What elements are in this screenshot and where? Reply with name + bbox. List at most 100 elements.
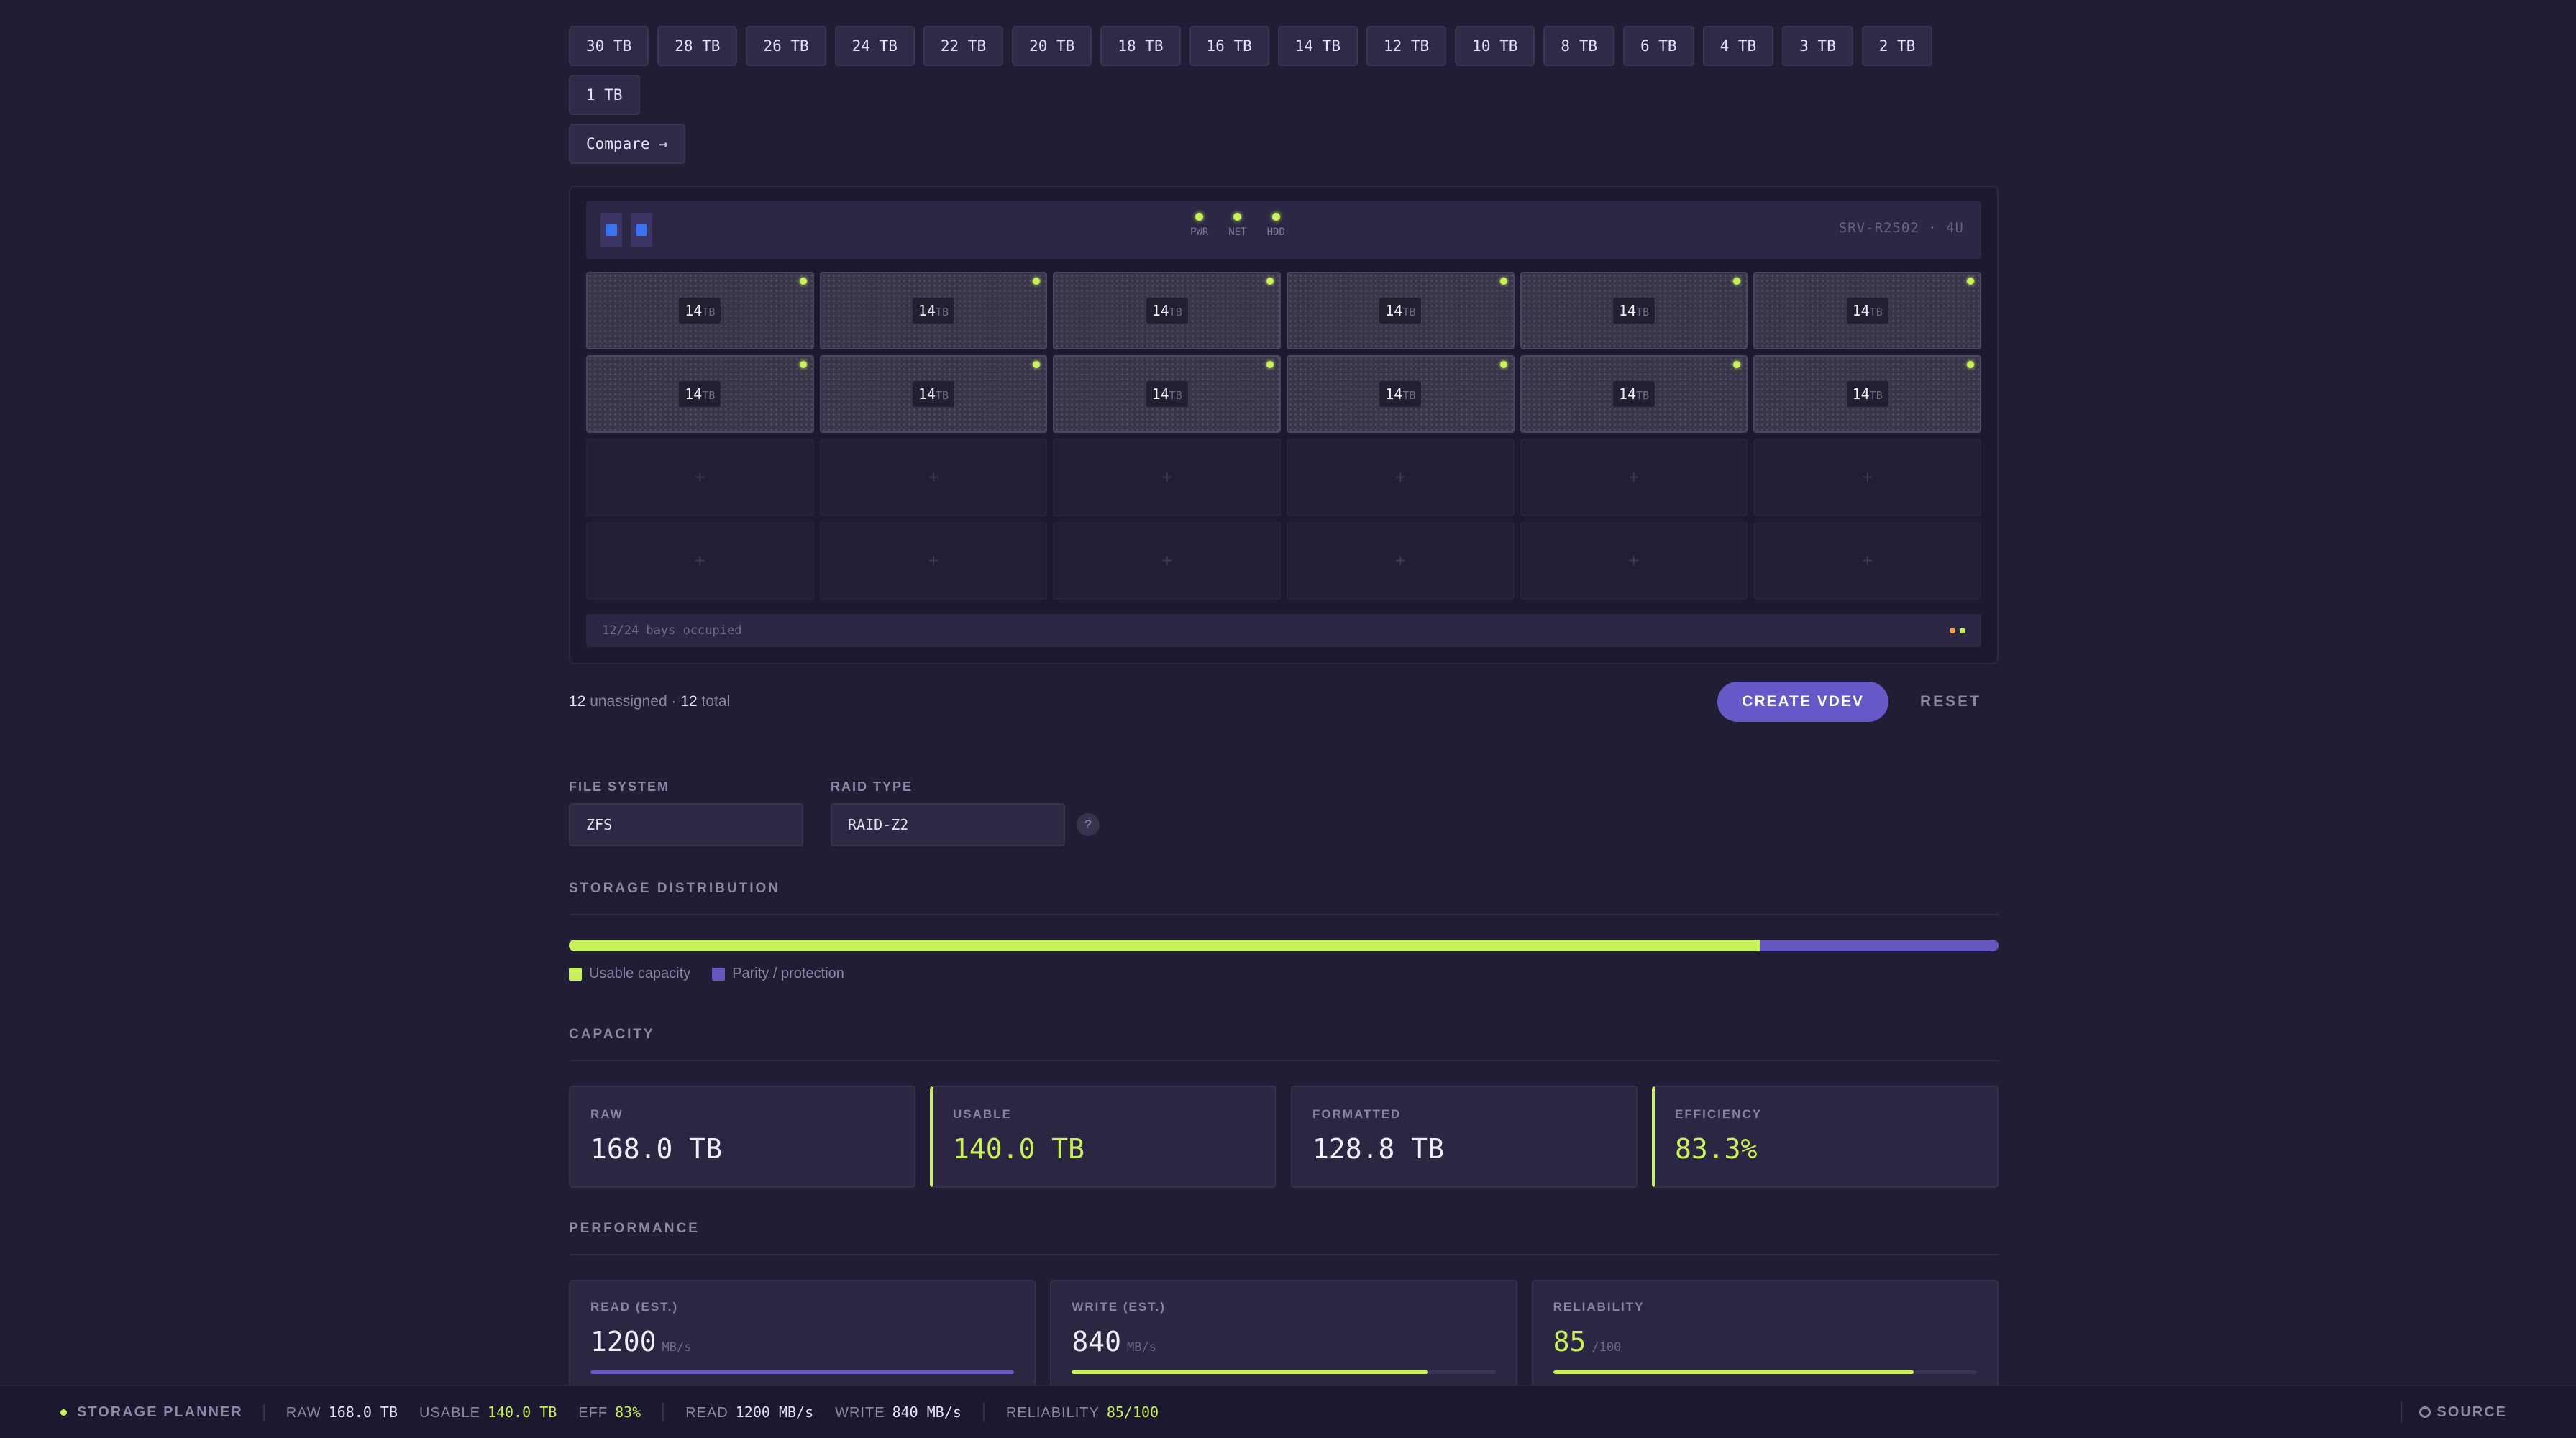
drive-capacity-unit: TB <box>1402 389 1416 402</box>
drive-capacity-unit: TB <box>936 389 949 402</box>
formatted-label: FORMATTED <box>1312 1107 1402 1121</box>
status-eff-key: EFF <box>578 1404 608 1421</box>
drive-bay-empty[interactable]: + <box>1053 522 1281 600</box>
unassigned-count: 12 <box>569 693 586 710</box>
reset-button[interactable]: RESET <box>1920 693 1981 710</box>
raw-value: 168.0 TB <box>590 1133 723 1165</box>
write-card: WRITE (EST.) 840 MB/s <box>1050 1280 1517 1399</box>
size-chip[interactable]: 24 TB <box>834 26 915 66</box>
server-chassis: PWR NET HDD SRV-R2502 · 4U 14TB 14TB 14TB 1… <box>569 186 1999 664</box>
drive-bay-empty[interactable]: + <box>1286 439 1515 516</box>
performance-cards: READ (EST.) 1200 MB/s WRITE (EST.) 840 MB/… <box>569 1280 1999 1399</box>
size-chip[interactable]: 6 TB <box>1622 26 1694 66</box>
drive-bay-filled[interactable]: 14TB <box>1520 355 1748 433</box>
size-chip[interactable]: 3 TB <box>1782 26 1853 66</box>
drive-bay-filled[interactable]: 14TB <box>586 272 814 349</box>
compare-button[interactable]: Compare → <box>569 124 685 164</box>
size-chip[interactable]: 26 TB <box>746 26 826 66</box>
drive-bay-filled[interactable]: 14TB <box>819 272 1048 349</box>
drive-bay-empty[interactable]: + <box>1753 439 1981 516</box>
reliability-label: RELIABILITY <box>1553 1300 1645 1314</box>
app-brand: STORAGE PLANNER <box>60 1403 265 1421</box>
drive-capacity-number: 14 <box>1618 385 1636 403</box>
brand-dot-icon <box>60 1409 67 1416</box>
size-chip[interactable]: 10 TB <box>1455 26 1535 66</box>
drive-bay-filled[interactable]: 14TB <box>1286 272 1515 349</box>
drive-bay-filled[interactable]: 14TB <box>586 355 814 433</box>
size-chip[interactable]: 16 TB <box>1189 26 1269 66</box>
bay-led <box>1499 278 1507 285</box>
main-content: 30 TB 28 TB 26 TB 24 TB 22 TB 20 TB 18 TB 16 TB… <box>569 26 1999 1399</box>
power-button[interactable] <box>600 213 622 247</box>
raid-help-icon[interactable]: ? <box>1077 813 1100 836</box>
hdd-led: HDD <box>1267 213 1285 238</box>
size-chip[interactable]: 28 TB <box>657 26 738 66</box>
drive-bay-empty[interactable]: + <box>586 522 814 600</box>
size-chip[interactable]: 14 TB <box>1277 26 1358 66</box>
read-card: READ (EST.) 1200 MB/s <box>569 1280 1036 1399</box>
drive-bay-filled[interactable]: 14TB <box>1053 355 1281 433</box>
bay-led <box>1733 361 1741 368</box>
reliability-fill <box>1553 1370 1914 1374</box>
bay-led <box>1033 361 1041 368</box>
drive-capacity-tag: 14TB <box>912 298 955 324</box>
drive-bay-empty[interactable]: + <box>586 439 814 516</box>
bay-led <box>1499 361 1507 368</box>
legend-parity: Parity / protection <box>712 966 844 982</box>
drive-capacity-tag: 14TB <box>1846 381 1888 407</box>
drive-capacity-number: 14 <box>1151 302 1169 319</box>
size-chip[interactable]: 8 TB <box>1543 26 1614 66</box>
drive-bay-filled[interactable]: 14TB <box>1520 272 1748 349</box>
source-link[interactable]: SOURCE <box>2401 1401 2507 1423</box>
add-drive-icon: + <box>1161 466 1173 488</box>
add-drive-icon: + <box>1161 549 1173 572</box>
size-chip[interactable]: 22 TB <box>923 26 1004 66</box>
vdev-assignment-row: 12 unassigned · 12 total CREATE VDEV RES… <box>569 682 1999 722</box>
power-buttons <box>600 213 652 247</box>
add-drive-icon: + <box>1862 466 1873 488</box>
drive-bay-empty[interactable]: + <box>1520 439 1748 516</box>
drive-bay-empty[interactable]: + <box>1286 522 1515 600</box>
efficiency-value: 83.3% <box>1675 1133 1758 1165</box>
drive-bay-empty[interactable]: + <box>1053 439 1281 516</box>
drive-bay-empty[interactable]: + <box>819 522 1048 600</box>
drive-bay-filled[interactable]: 14TB <box>1053 272 1281 349</box>
size-chip[interactable]: 12 TB <box>1366 26 1447 66</box>
drive-bay-empty[interactable]: + <box>1753 522 1981 600</box>
size-chip[interactable]: 1 TB <box>569 75 640 115</box>
create-vdev-button[interactable]: CREATE VDEV <box>1717 682 1888 722</box>
total-label: total <box>701 693 731 710</box>
occupancy-bar: 12/24 bays occupied <box>586 614 1981 647</box>
performance-title: PERFORMANCE <box>569 1221 700 1236</box>
size-chip[interactable]: 18 TB <box>1100 26 1181 66</box>
assignment-summary: 12 unassigned · 12 total <box>569 693 730 710</box>
pwr-led: PWR <box>1190 213 1208 238</box>
reset-switch[interactable] <box>631 213 652 247</box>
drive-bay-filled[interactable]: 14TB <box>1753 272 1981 349</box>
pwr-led-label: PWR <box>1190 226 1209 238</box>
drive-bay-filled[interactable]: 14TB <box>1753 355 1981 433</box>
read-unit: MB/s <box>662 1340 692 1355</box>
usable-value: 140.0 TB <box>953 1133 1085 1165</box>
status-bar: STORAGE PLANNER RAW 168.0 TB USABLE 140.0 … <box>0 1385 2576 1438</box>
file-system-select[interactable]: ZFS <box>569 803 803 846</box>
bay-led <box>1966 278 1974 285</box>
source-label: SOURCE <box>2436 1403 2507 1420</box>
occupancy-text: 12/24 bays occupied <box>602 623 742 638</box>
capacity-section: CAPACITY RAW 168.0 TB USABLE 140.0 TB FO… <box>569 1027 1999 1188</box>
drive-bay-empty[interactable]: + <box>819 439 1048 516</box>
drive-capacity-number: 14 <box>918 302 936 319</box>
drive-bay-filled[interactable]: 14TB <box>819 355 1048 433</box>
drive-bay-empty[interactable]: + <box>1520 522 1748 600</box>
size-chip[interactable]: 20 TB <box>1012 26 1092 66</box>
compare-row: Compare → <box>569 124 1999 164</box>
drive-capacity-number: 14 <box>685 302 703 319</box>
drive-bay-filled[interactable]: 14TB <box>1286 355 1515 433</box>
drive-capacity-unit: TB <box>1869 389 1883 402</box>
status-rel-key: RELIABILITY <box>1005 1404 1100 1421</box>
size-chip[interactable]: 30 TB <box>569 26 649 66</box>
raid-type-select[interactable]: RAID-Z2 <box>831 803 1065 846</box>
size-chip[interactable]: 4 TB <box>1702 26 1774 66</box>
size-chip[interactable]: 2 TB <box>1861 26 1933 66</box>
drive-capacity-number: 14 <box>685 385 703 403</box>
